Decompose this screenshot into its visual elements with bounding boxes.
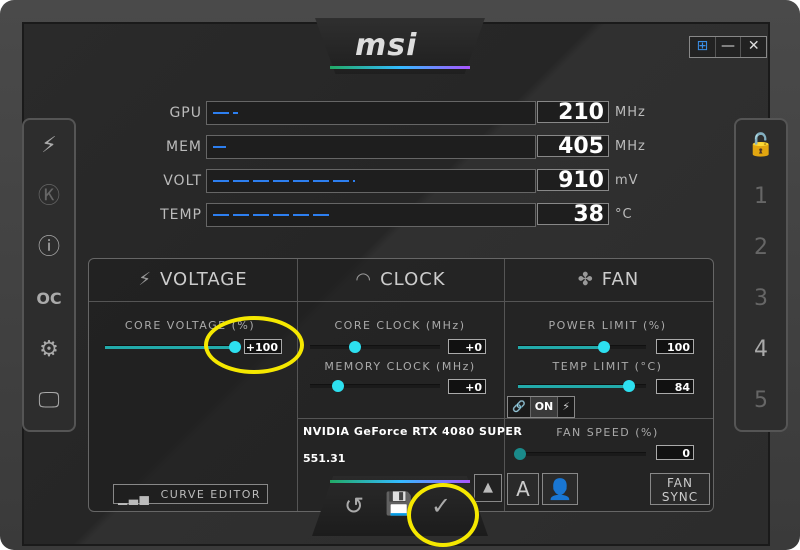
monitor-bar <box>206 169 536 193</box>
profile-1-button[interactable]: 1 <box>736 171 786 222</box>
monitor-bar-fill <box>213 112 238 114</box>
monitor-bar <box>206 135 536 159</box>
voltage-title: VOLTAGE <box>160 269 248 290</box>
divider <box>297 418 503 419</box>
temp-limit-slider[interactable] <box>518 380 646 392</box>
memory-clock-slider[interactable] <box>310 380 440 392</box>
fan-speed-slider[interactable] <box>514 448 646 460</box>
monitor-bar-fill <box>213 146 226 148</box>
fan-icon: ✤ <box>577 269 594 290</box>
monitor-value: 405 <box>537 135 609 158</box>
user-fan-icon[interactable]: 👤 <box>542 473 578 505</box>
core-clock-label: CORE CLOCK (MHz) <box>334 319 466 332</box>
profile-2-button[interactable]: 2 <box>736 222 786 273</box>
monitor-value: 210 <box>537 101 609 124</box>
monitor-mem: MEM 405 MHz <box>150 135 660 159</box>
left-sidebar: ⚡ Ⓚ ⓘ OC ⚙ 🖵 <box>22 118 76 432</box>
settings-icon[interactable]: ⚙ <box>24 324 74 375</box>
monitor-label: TEMP <box>160 207 202 223</box>
expand-up-button[interactable]: ▲ <box>474 474 502 502</box>
oc-scanner-icon[interactable]: OC <box>24 273 74 324</box>
slider-fill <box>518 346 604 349</box>
bar-chart-icon: ▁▃▅ <box>118 491 151 505</box>
core-clock-value[interactable]: +0 <box>448 339 486 354</box>
monitor-unit: MHz <box>615 139 646 154</box>
monitor-label: VOLT <box>163 173 202 189</box>
mystic-light-icon[interactable]: ⚡ <box>24 120 74 171</box>
msi-logo: msi <box>355 28 418 63</box>
lock-icon[interactable]: 🔓 <box>736 120 786 171</box>
memory-clock-value[interactable]: +0 <box>448 379 486 394</box>
monitor-volt: VOLT 910 mV <box>150 169 660 193</box>
gpu-name: NVIDIA GeForce RTX 4080 SUPER <box>303 425 523 438</box>
fan-sync-button[interactable]: FAN SYNC <box>650 473 710 505</box>
slider-knob[interactable] <box>514 448 526 460</box>
curve-editor-button[interactable]: ▁▃▅ CURVE EDITOR <box>113 484 268 505</box>
profile-4-button[interactable]: 4 <box>736 324 786 375</box>
link-toggle-group: 🔗 ON ⚡ <box>507 396 575 418</box>
windows-icon[interactable]: ⊞ <box>690 37 716 57</box>
monitor-label: GPU <box>169 105 202 121</box>
lightning-icon[interactable]: ⚡ <box>558 397 574 417</box>
fan-title: FAN <box>601 269 640 290</box>
close-button[interactable]: ✕ <box>741 37 766 57</box>
profile-5-button[interactable]: 5 <box>736 375 786 426</box>
power-limit-value[interactable]: 100 <box>656 339 694 354</box>
clock-title: CLOCK <box>380 269 446 290</box>
power-limit-label: POWER LIMIT (%) <box>548 319 667 332</box>
slider-knob[interactable] <box>349 341 361 353</box>
slider-knob[interactable] <box>598 341 610 353</box>
apply-highlight-circle <box>407 483 479 547</box>
monitor-value: 910 <box>537 169 609 192</box>
fan-speed-label: FAN SPEED (%) <box>556 426 659 439</box>
link-on-button[interactable]: ON <box>530 397 559 417</box>
fan-auto-button[interactable]: A <box>507 473 539 505</box>
minimize-button[interactable]: — <box>716 37 742 57</box>
info-icon[interactable]: ⓘ <box>24 222 74 273</box>
monitor-bar <box>206 101 536 125</box>
memory-clock-label: MEMORY CLOCK (MHz) <box>324 360 476 373</box>
link-icon[interactable]: 🔗 <box>508 397 531 417</box>
divider <box>503 418 713 419</box>
lightning-icon: ⚡ <box>138 269 152 290</box>
fan-speed-value[interactable]: 0 <box>656 445 694 460</box>
speedometer-icon: ◠ <box>355 269 373 290</box>
monitor-unit: °C <box>615 207 633 222</box>
monitor-bar <box>206 203 536 227</box>
driver-version: 551.31 <box>303 452 346 465</box>
clock-header: ◠ CLOCK <box>297 259 504 302</box>
power-limit-slider[interactable] <box>518 341 646 353</box>
reset-icon[interactable]: ↺ <box>344 492 364 520</box>
monitor-value: 38 <box>537 203 609 226</box>
monitor-unit: MHz <box>615 105 646 120</box>
voltage-highlight-circle <box>204 316 304 374</box>
slider-knob[interactable] <box>623 380 635 392</box>
window-controls: ⊞ — ✕ <box>689 36 767 58</box>
fan-header: ✤ FAN <box>504 259 713 302</box>
voltage-header: ⚡ VOLTAGE <box>89 259 297 302</box>
temp-limit-value[interactable]: 84 <box>656 379 694 394</box>
core-clock-slider[interactable] <box>310 341 440 353</box>
monitor-bar-fill <box>213 180 355 182</box>
slider-fill <box>518 385 629 388</box>
k-boost-icon[interactable]: Ⓚ <box>24 171 74 222</box>
monitor-temp: TEMP 38 °C <box>150 203 660 227</box>
voltage-column: ⚡ VOLTAGE <box>89 259 298 511</box>
monitor-label: MEM <box>165 139 202 155</box>
slider-knob[interactable] <box>332 380 344 392</box>
right-sidebar: 🔓 1 2 3 4 5 <box>734 118 788 432</box>
monitor-bar-fill <box>213 214 330 216</box>
monitor-icon[interactable]: 🖵 <box>24 375 74 426</box>
temp-limit-label: TEMP LIMIT (°C) <box>552 360 663 373</box>
curve-editor-label: CURVE EDITOR <box>160 488 261 501</box>
monitor-gpu: GPU 210 MHz <box>150 101 660 125</box>
profile-3-button[interactable]: 3 <box>736 273 786 324</box>
monitor-unit: mV <box>615 173 639 188</box>
logo-accent <box>330 66 470 69</box>
